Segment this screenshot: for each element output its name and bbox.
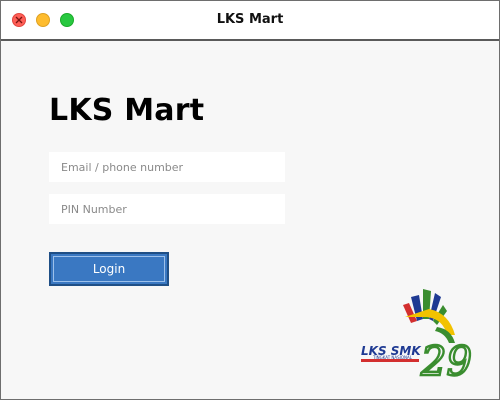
app-window: LKS Mart LKS Mart Login LKS SMK TINGKAT … xyxy=(0,0,500,400)
login-button-label: Login xyxy=(53,256,165,282)
pin-input[interactable] xyxy=(49,194,285,224)
logo-fan-icon xyxy=(403,289,455,343)
page-title: LKS Mart xyxy=(49,93,205,128)
title-bar: LKS Mart xyxy=(1,1,499,41)
logo-text-sub: TINGKAT NASIONAL xyxy=(372,355,413,360)
window-title: LKS Mart xyxy=(216,12,284,27)
lks-smk-logo: LKS SMK TINGKAT NASIONAL 29 xyxy=(361,289,473,381)
login-button[interactable]: Login xyxy=(49,252,169,286)
email-phone-input[interactable] xyxy=(49,152,285,182)
logo-number: 29 xyxy=(420,339,472,381)
